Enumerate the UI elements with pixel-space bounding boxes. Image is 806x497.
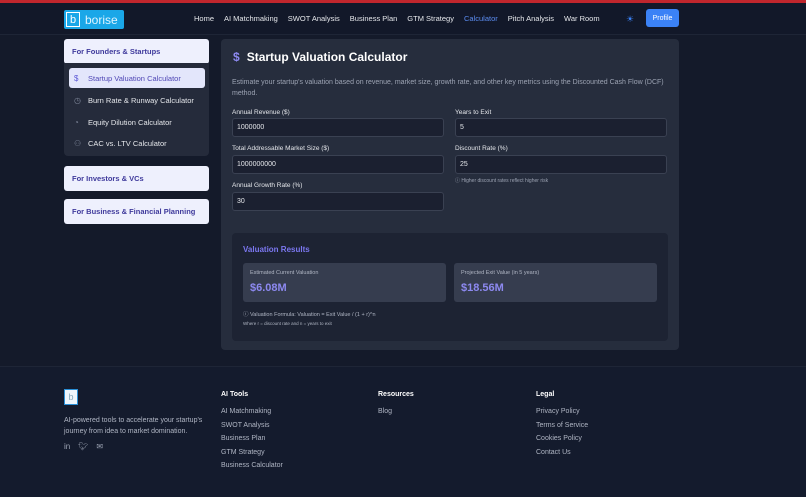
formula-text: ⓘ Valuation Formula: Valuation = Exit Va… bbox=[243, 312, 376, 318]
discount-hint: ⓘ Higher discount rates reflect higher r… bbox=[455, 178, 549, 184]
footer-logo: b bbox=[64, 389, 78, 405]
clock-icon: ◷ bbox=[74, 95, 81, 105]
nav-ai-matchmaking[interactable]: AI Matchmaking bbox=[224, 14, 278, 23]
col-title: Legal bbox=[536, 391, 555, 398]
nav-home[interactable]: Home bbox=[194, 14, 214, 23]
sidebar-item-cac-ltv[interactable]: ⚇ CAC vs. LTV Calculator bbox=[69, 133, 205, 153]
profile-button[interactable]: Profile bbox=[646, 9, 679, 27]
discount-input[interactable]: 25 bbox=[455, 155, 667, 174]
growth-input[interactable]: 30 bbox=[232, 192, 444, 211]
formula-note: Where r = discount rate and n = years to… bbox=[243, 321, 332, 326]
calculator-panel: $ Startup Valuation Calculator Estimate y… bbox=[221, 39, 679, 350]
item-label: Startup Valuation Calculator bbox=[88, 73, 181, 83]
footer-col-resources: Resources Blog bbox=[378, 391, 414, 422]
sidebar-item-startup-valuation[interactable]: $ Startup Valuation Calculator bbox=[69, 68, 205, 88]
sidebar-item-equity-dilution[interactable]: ◔ Equity Dilution Calculator bbox=[69, 112, 205, 132]
footer-link[interactable]: Blog bbox=[378, 408, 414, 415]
twitter-icon[interactable]: 🐦︎ bbox=[78, 442, 88, 451]
tam-input[interactable]: 1000000000 bbox=[232, 155, 444, 174]
social-links: in 🐦︎ ✉ bbox=[64, 442, 103, 451]
card-value: $18.56M bbox=[461, 282, 504, 294]
nav-pitch[interactable]: Pitch Analysis bbox=[508, 14, 554, 23]
pie-icon: ◔ bbox=[74, 117, 79, 127]
tam-label: Total Addressable Market Size ($) bbox=[232, 145, 330, 152]
founders-submenu: $ Startup Valuation Calculator ◷ Burn Rate… bbox=[64, 63, 209, 156]
footer-link[interactable]: Privacy Policy bbox=[536, 408, 588, 415]
footer-link[interactable]: Business Calculator bbox=[221, 462, 283, 469]
section-investors[interactable]: For Investors & VCs bbox=[64, 166, 209, 191]
nav-calculator[interactable]: Calculator bbox=[464, 14, 498, 23]
col-title: Resources bbox=[378, 391, 414, 398]
mail-icon[interactable]: ✉ bbox=[96, 442, 103, 451]
footer-link[interactable]: Business Plan bbox=[221, 435, 283, 442]
revenue-label: Annual Revenue ($) bbox=[232, 109, 290, 116]
footer: b AI-powered tools to accelerate your st… bbox=[0, 366, 806, 497]
results-title: Valuation Results bbox=[243, 245, 310, 254]
users-icon: ⚇ bbox=[74, 138, 82, 148]
footer-tagline: AI-powered tools to accelerate your star… bbox=[64, 417, 203, 435]
item-label: CAC vs. LTV Calculator bbox=[88, 138, 167, 148]
years-input[interactable]: 5 bbox=[455, 118, 667, 137]
section-founders[interactable]: For Founders & Startups bbox=[64, 39, 209, 64]
growth-label: Annual Growth Rate (%) bbox=[232, 182, 303, 189]
col-title: AI Tools bbox=[221, 391, 249, 398]
logo[interactable]: b borise bbox=[64, 10, 124, 29]
item-label: Equity Dilution Calculator bbox=[88, 117, 172, 127]
results-panel: Valuation Results Estimated Current Valu… bbox=[232, 233, 668, 341]
sidebar-item-burn-rate[interactable]: ◷ Burn Rate & Runway Calculator bbox=[69, 90, 205, 110]
navbar: b borise Home AI Matchmaking SWOT Analysi… bbox=[0, 3, 806, 35]
linkedin-icon[interactable]: in bbox=[64, 442, 70, 451]
current-valuation-card: Estimated Current Valuation $6.08M bbox=[243, 263, 446, 302]
years-label: Years to Exit bbox=[455, 109, 492, 116]
nav-swot[interactable]: SWOT Analysis bbox=[288, 14, 340, 23]
footer-link[interactable]: SWOT Analysis bbox=[221, 422, 283, 429]
page-title: $ Startup Valuation Calculator bbox=[233, 50, 407, 64]
logo-mark: b bbox=[66, 12, 80, 27]
logo-text: borise bbox=[85, 12, 118, 27]
footer-col-legal: Legal Privacy Policy Terms of Service Co… bbox=[536, 391, 588, 462]
footer-link[interactable]: GTM Strategy bbox=[221, 449, 283, 456]
revenue-input[interactable]: 1000000 bbox=[232, 118, 444, 137]
dollar-icon: $ bbox=[233, 50, 240, 64]
title-text: Startup Valuation Calculator bbox=[246, 50, 408, 64]
discount-label: Discount Rate (%) bbox=[455, 145, 508, 152]
footer-link[interactable]: Contact Us bbox=[536, 449, 588, 456]
card-value: $6.08M bbox=[250, 282, 287, 294]
nav-links: Home AI Matchmaking SWOT Analysis Busine… bbox=[194, 14, 600, 23]
item-label: Burn Rate & Runway Calculator bbox=[88, 95, 194, 105]
nav-war-room[interactable]: War Room bbox=[564, 14, 600, 23]
exit-value-card: Projected Exit Value (in 5 years) $18.56M bbox=[454, 263, 657, 302]
footer-link[interactable]: Terms of Service bbox=[536, 422, 588, 429]
theme-toggle-sun-icon[interactable]: ☀ bbox=[626, 14, 634, 25]
nav-gtm[interactable]: GTM Strategy bbox=[407, 14, 454, 23]
footer-link[interactable]: AI Matchmaking bbox=[221, 408, 283, 415]
card-label: Estimated Current Valuation bbox=[250, 270, 319, 276]
dollar-icon: $ bbox=[74, 73, 79, 83]
description: Estimate your startup's valuation based … bbox=[232, 79, 664, 97]
card-label: Projected Exit Value (in 5 years) bbox=[461, 270, 540, 276]
footer-link[interactable]: Cookies Policy bbox=[536, 435, 588, 442]
section-business-planning[interactable]: For Business & Financial Planning bbox=[64, 199, 209, 224]
nav-business-plan[interactable]: Business Plan bbox=[350, 14, 398, 23]
footer-col-ai-tools: AI Tools AI Matchmaking SWOT Analysis Bu… bbox=[221, 391, 283, 476]
